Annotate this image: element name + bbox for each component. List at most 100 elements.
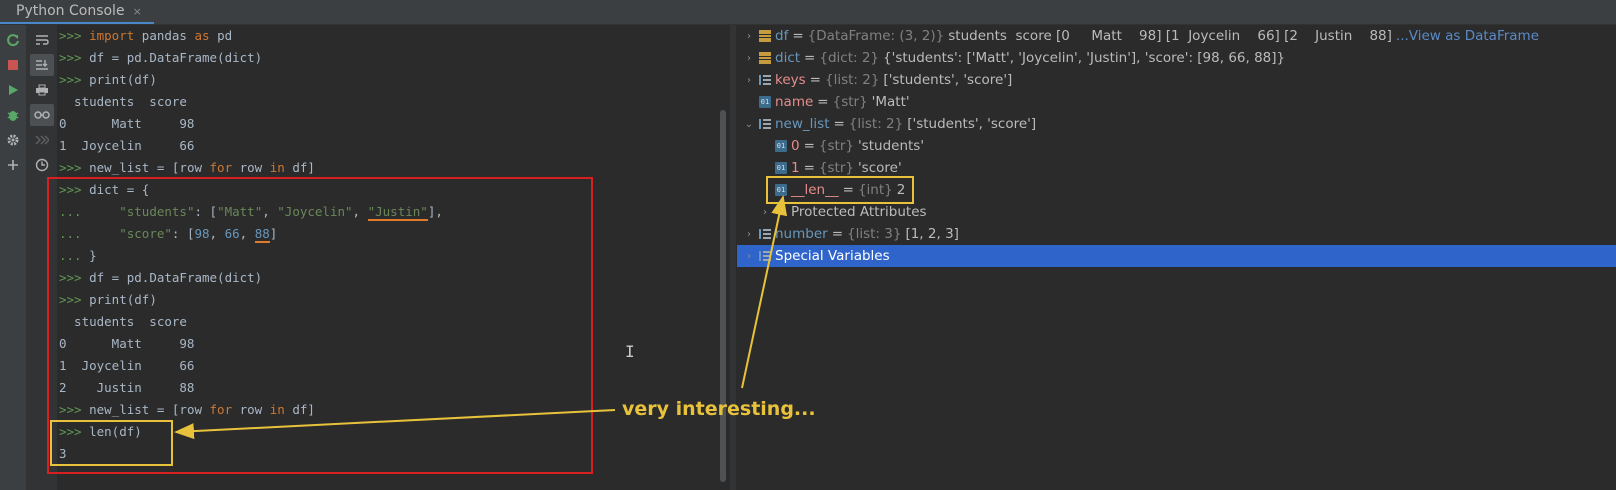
variable-value: students score [0 Matt 98] [1 Joycelin 6… — [948, 28, 1392, 44]
debug-icon[interactable] — [0, 104, 26, 126]
equals-sign: = — [804, 50, 816, 66]
chevron-right-icon[interactable]: › — [741, 53, 757, 64]
variable-type: {str} — [818, 138, 854, 154]
code-token: pd — [209, 28, 233, 43]
variable-name: dict — [775, 50, 801, 66]
history-forward-icon[interactable] — [30, 129, 54, 151]
variable-row[interactable]: › dict = {dict: 2} {'students': ['Matt', 'Jo… — [737, 47, 1616, 69]
console-prompt: >>> — [59, 28, 82, 43]
console-line: >>> new_list = [row for row in df] — [59, 158, 315, 178]
run-icon[interactable] — [0, 79, 26, 101]
code-token: students score — [59, 94, 187, 109]
variable-type: {dict: 2} — [819, 50, 880, 66]
variable-name: Protected Attributes — [791, 204, 927, 220]
code-token: 1 Joycelin 66 — [59, 138, 195, 153]
chevron-right-icon[interactable]: › — [741, 229, 757, 240]
stop-icon[interactable] — [0, 54, 26, 76]
variable-row[interactable]: › ⚙ Protected Attributes — [737, 201, 1616, 223]
console-line: students score — [59, 92, 187, 112]
console-scrollbar-thumb[interactable] — [720, 110, 726, 482]
code-token: in — [269, 160, 285, 175]
variable-value: 'students' — [857, 138, 925, 154]
variable-name: 1 — [791, 160, 800, 176]
chevron-right-icon[interactable]: › — [741, 251, 757, 262]
settings-icon[interactable] — [0, 129, 26, 151]
variable-type: {str} — [832, 94, 868, 110]
variable-row[interactable]: › number = {list: 3} [1, 2, 3] — [737, 223, 1616, 245]
show-variables-icon[interactable] — [30, 104, 54, 126]
rerun-icon[interactable] — [0, 29, 26, 51]
variable-type: {str} — [818, 160, 854, 176]
primitive-icon: 01 — [759, 96, 771, 108]
variable-type: {list: 2} — [848, 116, 904, 132]
console-line: 1 Joycelin 66 — [59, 136, 194, 156]
view-as-dataframe-link[interactable]: ...View as DataFrame — [1396, 28, 1539, 44]
variable-value: 'Matt' — [871, 94, 910, 110]
code-token: 0 Matt 98 — [59, 116, 195, 131]
soft-wrap-icon[interactable] — [30, 29, 54, 51]
chevron-right-icon[interactable]: › — [757, 207, 773, 218]
add-icon[interactable] — [0, 154, 26, 176]
code-token: import — [89, 28, 135, 43]
panel-splitter[interactable] — [729, 25, 737, 490]
tab-title: Python Console — [16, 3, 125, 19]
chevron-right-icon[interactable]: › — [741, 75, 757, 86]
variable-row[interactable]: › keys = {list: 2} ['students', 'score'] — [737, 69, 1616, 91]
variable-name: number — [775, 226, 828, 242]
dataframe-icon — [759, 30, 771, 42]
variable-name: keys — [775, 72, 806, 88]
code-token: df = pd.DataFrame(dict) — [89, 50, 263, 65]
history-icon[interactable] — [30, 154, 54, 176]
chevron-right-icon[interactable]: › — [741, 31, 757, 42]
equals-sign: = — [817, 94, 829, 110]
variable-name: new_list — [775, 116, 830, 132]
variable-type: {DataFrame: (3, 2)} — [807, 28, 945, 44]
dataframe-icon — [759, 52, 771, 64]
variable-type: {list: 2} — [824, 72, 880, 88]
tool-window-header: Python Console × — [0, 0, 1616, 25]
variable-name: 0 — [791, 138, 800, 154]
console-prompt: >>> — [59, 160, 82, 175]
len-attr-highlight-box — [766, 176, 914, 204]
variable-row[interactable]: 01 name = {str} 'Matt' — [737, 91, 1616, 113]
equals-sign: = — [833, 116, 845, 132]
equals-sign: = — [792, 28, 804, 44]
primitive-icon: 01 — [775, 162, 787, 174]
variable-name: df — [775, 28, 789, 44]
len-df-highlight-box — [50, 420, 173, 466]
print-icon[interactable] — [30, 79, 54, 101]
console-prompt: >>> — [59, 50, 82, 65]
variable-type: {list: 3} — [847, 226, 902, 242]
equals-sign: = — [831, 226, 844, 242]
variable-value: ['students', 'score'] — [883, 72, 1013, 88]
variable-value: [1, 2, 3] — [905, 226, 959, 242]
primitive-icon: 01 — [775, 140, 787, 152]
variable-name: Special Variables — [775, 248, 890, 264]
variable-row[interactable]: › Special Variables — [737, 245, 1616, 267]
console-action-toolbar — [0, 25, 27, 490]
variable-row[interactable]: › df = {DataFrame: (3, 2)} students score [0… — [737, 25, 1616, 47]
console-line: 0 Matt 98 — [59, 114, 194, 134]
variable-row[interactable]: 01 0 = {str}'students' — [737, 135, 1616, 157]
scroll-to-end-icon[interactable] — [30, 54, 54, 76]
list-icon — [759, 228, 771, 240]
code-token: pandas — [134, 28, 195, 43]
equals-sign: = — [803, 138, 815, 154]
code-token: row — [232, 160, 270, 175]
console-prompt: >>> — [59, 72, 82, 87]
close-icon[interactable]: × — [133, 5, 142, 18]
code-token: new_list = [row — [89, 160, 210, 175]
variable-name: name — [775, 94, 814, 110]
variable-value: 'score' — [857, 160, 902, 176]
variable-value: {'students': ['Matt', 'Joycelin', 'Justi… — [883, 50, 1286, 66]
variable-value: ['students', 'score'] — [907, 116, 1037, 132]
equals-sign: = — [809, 72, 821, 88]
code-token: df] — [284, 160, 315, 175]
protected-icon: ⚙ — [776, 205, 786, 218]
text-cursor-icon: I — [625, 342, 635, 361]
tab-python-console[interactable]: Python Console × — [0, 0, 154, 24]
chevron-down-icon[interactable]: ⌄ — [741, 119, 757, 130]
code-token: for — [209, 160, 233, 175]
list-icon — [759, 250, 771, 262]
variable-row[interactable]: ⌄ new_list = {list: 2} ['students', 'score'] — [737, 113, 1616, 135]
